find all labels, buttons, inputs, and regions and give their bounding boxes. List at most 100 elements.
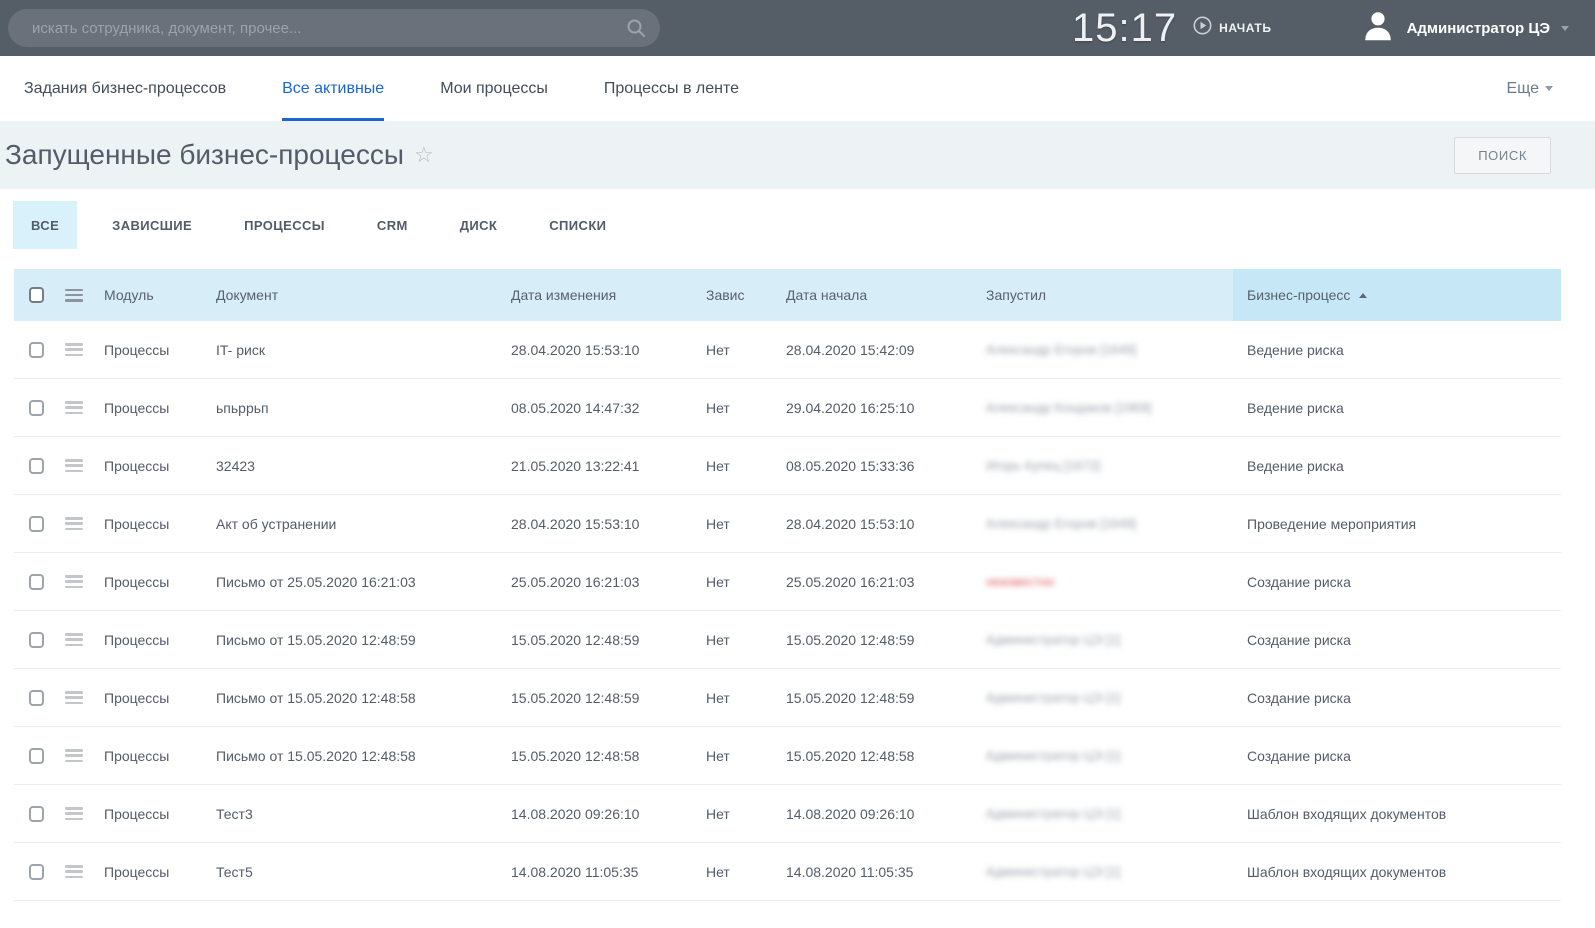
cell-modified: 15.05.2020 12:48:58 (503, 748, 698, 764)
cell-launcher-blurred: Александр Кондаков [1969] (978, 400, 1233, 415)
select-all-checkbox[interactable] (29, 287, 44, 303)
row-actions-icon[interactable] (65, 401, 83, 414)
cell-process: Создание риска (1233, 748, 1561, 764)
cell-stuck: Нет (698, 690, 778, 706)
filter-4[interactable]: ДИСК (460, 201, 498, 249)
row-actions-icon[interactable] (65, 459, 83, 472)
row-checkbox[interactable] (29, 342, 44, 358)
cell-started: 25.05.2020 16:21:03 (778, 574, 978, 590)
cell-process: Ведение риска (1233, 400, 1561, 416)
column-header-launcher[interactable]: Запустил (978, 287, 1233, 303)
row-actions-icon[interactable] (65, 749, 83, 762)
column-header-modified[interactable]: Дата изменения (503, 287, 698, 303)
cell-started: 15.05.2020 12:48:59 (778, 690, 978, 706)
tab-0[interactable]: Задания бизнес-процессов (24, 56, 226, 121)
cell-modified: 14.08.2020 11:05:35 (503, 864, 698, 880)
cell-process: Создание риска (1233, 690, 1561, 706)
cell-process: Ведение риска (1233, 458, 1561, 474)
start-workday-button[interactable]: НАЧАТЬ (1193, 16, 1271, 40)
cell-modified: 08.05.2020 14:47:32 (503, 400, 698, 416)
filter-3[interactable]: CRM (377, 201, 408, 249)
cell-process: Шаблон входящих документов (1233, 864, 1561, 880)
avatar-icon (1360, 8, 1396, 49)
table-row: Процессы 32423 21.05.2020 13:22:41 Нет 0… (14, 437, 1561, 495)
row-actions-icon[interactable] (65, 865, 83, 878)
tab-3[interactable]: Процессы в ленте (604, 56, 739, 121)
grid-header-row: Модуль Документ Дата изменения Завис Дат… (14, 269, 1561, 321)
title-bar: Запущенные бизнес-процессы ☆ поиск (0, 121, 1595, 189)
filter-5[interactable]: СПИСКИ (549, 201, 606, 249)
cell-stuck: Нет (698, 632, 778, 648)
tab-2[interactable]: Мои процессы (440, 56, 548, 121)
tab-1[interactable]: Все активные (282, 56, 384, 121)
cell-document: Письмо от 15.05.2020 12:48:59 (208, 632, 503, 648)
column-header-module[interactable]: Модуль (96, 287, 208, 303)
row-checkbox[interactable] (29, 864, 44, 880)
table-row: Процессы IT- риск 28.04.2020 15:53:10 Не… (14, 321, 1561, 379)
row-checkbox[interactable] (29, 690, 44, 706)
cell-stuck: Нет (698, 748, 778, 764)
global-search[interactable] (8, 9, 660, 47)
user-menu[interactable]: Администратор ЦЭ (1360, 8, 1569, 49)
row-actions-icon[interactable] (65, 575, 83, 588)
cell-modified: 15.05.2020 12:48:59 (503, 690, 698, 706)
grid-body: Процессы IT- риск 28.04.2020 15:53:10 Не… (14, 321, 1561, 901)
row-checkbox[interactable] (29, 458, 44, 474)
cell-started: 28.04.2020 15:42:09 (778, 342, 978, 358)
row-checkbox[interactable] (29, 806, 44, 822)
cell-module: Процессы (96, 632, 208, 648)
row-checkbox[interactable] (29, 632, 44, 648)
cell-launcher-blurred: неизвестно (978, 574, 1233, 589)
grid-search-button[interactable]: поиск (1454, 137, 1551, 174)
cell-launcher-blurred: Игорь Купец [1672] (978, 458, 1233, 473)
more-label: Еще (1506, 80, 1539, 98)
tabs-container: Задания бизнес-процессов Все активные Мои … (24, 56, 795, 121)
cell-process: Создание риска (1233, 574, 1561, 590)
cell-started: 08.05.2020 15:33:36 (778, 458, 978, 474)
filter-0[interactable]: ВСЕ (13, 201, 77, 249)
cell-module: Процессы (96, 400, 208, 416)
search-input[interactable] (30, 19, 626, 38)
cell-launcher-blurred: Администратор ЦЭ [1] (978, 632, 1233, 647)
column-header-document[interactable]: Документ (208, 287, 503, 303)
row-actions-icon[interactable] (65, 343, 83, 356)
column-header-process-sorted[interactable]: Бизнес-процесс (1233, 269, 1561, 321)
cell-module: Процессы (96, 458, 208, 474)
cell-modified: 14.08.2020 09:26:10 (503, 806, 698, 822)
row-checkbox[interactable] (29, 516, 44, 532)
cell-launcher-blurred: Администратор ЦЭ [1] (978, 864, 1233, 879)
cell-document: Тест3 (208, 806, 503, 822)
chevron-down-icon (1545, 86, 1553, 91)
cell-stuck: Нет (698, 400, 778, 416)
cell-modified: 21.05.2020 13:22:41 (503, 458, 698, 474)
row-checkbox[interactable] (29, 400, 44, 416)
cell-started: 14.08.2020 09:26:10 (778, 806, 978, 822)
cell-stuck: Нет (698, 458, 778, 474)
cell-process: Проведение мероприятия (1233, 516, 1561, 532)
cell-module: Процессы (96, 748, 208, 764)
cell-module: Процессы (96, 574, 208, 590)
cell-launcher-blurred: Александр Егоров [1649] (978, 516, 1233, 531)
filter-2[interactable]: ПРОЦЕССЫ (244, 201, 325, 249)
column-header-started[interactable]: Дата начала (778, 287, 978, 303)
cell-stuck: Нет (698, 806, 778, 822)
cell-modified: 28.04.2020 15:53:10 (503, 342, 698, 358)
table-row: Процессы Тест3 14.08.2020 09:26:10 Нет 1… (14, 785, 1561, 843)
column-header-stuck[interactable]: Завис (698, 287, 778, 303)
filter-1[interactable]: ЗАВИСШИЕ (112, 201, 192, 249)
grid-settings-icon[interactable] (65, 289, 83, 302)
row-actions-icon[interactable] (65, 807, 83, 820)
column-header-process-label: Бизнес-процесс (1247, 287, 1350, 303)
more-menu[interactable]: Еще (1506, 56, 1553, 121)
table-row: Процессы Тест5 14.08.2020 11:05:35 Нет 1… (14, 843, 1561, 901)
cell-stuck: Нет (698, 574, 778, 590)
row-actions-icon[interactable] (65, 517, 83, 530)
search-icon[interactable] (626, 18, 646, 38)
cell-stuck: Нет (698, 864, 778, 880)
row-checkbox[interactable] (29, 748, 44, 764)
row-checkbox[interactable] (29, 574, 44, 590)
row-actions-icon[interactable] (65, 691, 83, 704)
cell-document: 32423 (208, 458, 503, 474)
favorite-star-icon[interactable]: ☆ (414, 142, 434, 168)
row-actions-icon[interactable] (65, 633, 83, 646)
